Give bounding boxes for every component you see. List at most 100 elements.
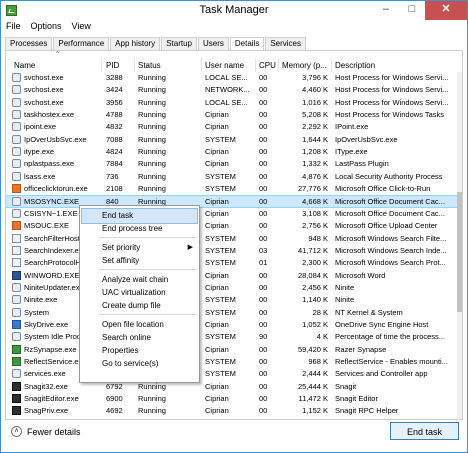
cell-memory: 2,300 K [302, 258, 328, 268]
menu-item-set-affinity[interactable]: Set affinity [82, 254, 197, 268]
minimize-button[interactable]: – [373, 1, 399, 20]
cell-memory: 4 K [316, 332, 328, 342]
table-row[interactable]: SnagPriv.exe 4692 Running Ciprian 00 1,152 K S… [6, 405, 462, 416]
cell-memory: 2,456 K [302, 282, 328, 292]
process-icon [12, 97, 21, 107]
table-row[interactable]: SearchIndexer.exe SYSTEM 03 41,712 K Microso… [6, 245, 462, 256]
table-row[interactable]: System Idle Proc... SYSTEM 90 4 K Percentage… [6, 331, 462, 342]
table-row[interactable]: lsass.exe 736 Running SYSTEM 00 4,876 K Local … [6, 171, 462, 182]
column-pid[interactable]: PID [106, 61, 119, 70]
table-row[interactable]: RzSynapse.exe Ciprian 00 59,420 K Razer Syna… [6, 344, 462, 355]
close-button[interactable]: ✕ [425, 1, 467, 20]
cell-description: Microsoft Windows Search Inde... [335, 245, 447, 255]
cell-status: Running [138, 110, 166, 120]
cell-user: SYSTEM [205, 184, 236, 194]
menu-item-properties[interactable]: Properties [82, 344, 197, 358]
column-status[interactable]: Status [138, 61, 161, 70]
submenu-arrow-icon: ▶ [187, 244, 193, 251]
tab-app-history[interactable]: App history [110, 37, 161, 50]
menu-separator [98, 237, 196, 238]
table-row[interactable]: services.exe SYSTEM 00 2,444 K Services and … [6, 368, 462, 379]
cell-user: SYSTEM [205, 307, 236, 317]
table-row[interactable]: ipoint.exe 4832 Running Ciprian 00 2,292 K IPo… [6, 121, 462, 132]
scrollbar-thumb[interactable] [457, 192, 462, 312]
end-task-button[interactable]: End task [390, 422, 459, 440]
table-row[interactable]: SkyDrive.exe Ciprian 00 1,052 K OneDrive Syn… [6, 319, 462, 330]
column-description[interactable]: Description [335, 61, 375, 70]
table-row[interactable]: IpOverUsbSvc.exe 7088 Running SYSTEM 00 1,644… [6, 134, 462, 145]
menu-view[interactable]: View [67, 20, 96, 32]
column-memory[interactable]: Memory (p... [282, 61, 327, 70]
tab-details[interactable]: Details [229, 37, 265, 51]
table-row[interactable]: officeclicktorun.exe 2108 Running SYSTEM 00 2… [6, 183, 462, 194]
menu-item-go-to-service-s[interactable]: Go to service(s) [82, 357, 197, 371]
table-row[interactable]: svchost.exe 3424 Running NETWORK... 00 4,460 … [6, 84, 462, 95]
cell-memory: 1,332 K [302, 159, 328, 169]
table-row[interactable]: itype.exe 4824 Running Ciprian 00 1,208 K ITyp… [6, 146, 462, 157]
menu-file[interactable]: File [1, 20, 26, 32]
tab-processes[interactable]: Processes [5, 37, 53, 50]
menu-item-set-priority[interactable]: Set priority ▶ [82, 241, 197, 255]
cell-user: Ciprian [205, 208, 229, 218]
table-row[interactable]: CSISYN~1.EXE Ciprian 00 3,108 K Microsoft Of… [6, 208, 462, 219]
table-row[interactable]: SnagitEditor.exe 6900 Running Ciprian 00 11,4… [6, 393, 462, 404]
menu-item-analyze-wait-chain[interactable]: Analyze wait chain [82, 273, 197, 287]
cell-description: Snagit [335, 381, 357, 391]
process-icon [12, 245, 21, 255]
menu-item-create-dump-file[interactable]: Create dump file [82, 299, 197, 313]
menu-item-end-task[interactable]: End task [81, 208, 198, 224]
cell-user: Ciprian [205, 196, 229, 206]
tab-users[interactable]: Users [197, 37, 229, 50]
table-row[interactable]: nplastpass.exe 7884 Running Ciprian 00 1,332 … [6, 158, 462, 169]
cell-cpu: 00 [259, 122, 268, 132]
cell-cpu: 00 [259, 295, 268, 305]
cell-description: Ninite [335, 282, 355, 292]
menu-item-label: Set affinity [102, 256, 140, 265]
menu-item-search-online[interactable]: Search online [82, 331, 197, 345]
column-name[interactable]: Name [14, 61, 35, 70]
table-row[interactable]: SearchFilterHost... SYSTEM 00 948 K Microsof… [6, 233, 462, 244]
cell-cpu: 00 [259, 394, 268, 404]
maximize-button[interactable]: □ [399, 1, 425, 20]
cell-cpu: 00 [259, 344, 268, 354]
cell-memory: 41,712 K [297, 245, 328, 255]
tab-performance[interactable]: Performance [53, 37, 110, 50]
menu-options[interactable]: Options [26, 20, 67, 32]
cell-name: IpOverUsbSvc.exe [24, 134, 87, 144]
process-icon [12, 122, 21, 132]
cell-memory: 3,796 K [302, 73, 328, 82]
vertical-scrollbar[interactable] [457, 72, 462, 419]
cell-description: Razer Synapse [335, 344, 387, 354]
menu-item-open-file-location[interactable]: Open file location [82, 318, 197, 332]
table-row[interactable]: taskhostex.exe 4788 Running Ciprian 00 5,208 … [6, 109, 462, 120]
menu-item-end-process-tree[interactable]: End process tree [82, 222, 197, 236]
table-row[interactable]: MSOSYNC.EXE 840 Running Ciprian 00 4,668 K Mic… [6, 194, 462, 208]
menu-item-label: Open file location [102, 320, 164, 329]
table-row[interactable]: NiniteUpdater.exe Ciprian 00 2,456 K Ninite [6, 282, 462, 293]
cell-cpu: 00 [259, 369, 268, 379]
fewer-details-label[interactable]: Fewer details [27, 427, 81, 437]
table-row[interactable]: WINWORD.EXE Ciprian 00 28,084 K Microsoft Wo… [6, 270, 462, 281]
table-row[interactable]: SearchProtocolH... SYSTEM 01 2,300 K Microso… [6, 257, 462, 268]
cell-description: NT Kernel & System [335, 307, 403, 317]
cell-memory: 1,052 K [302, 320, 328, 329]
cell-name: officeclicktorun.exe [24, 184, 88, 194]
table-row[interactable]: svchost.exe 3956 Running LOCAL SE... 00 1,016… [6, 97, 462, 108]
column-user-name[interactable]: User name [205, 61, 244, 70]
table-row[interactable]: ReflectService.e... SYSTEM 00 968 K ReflectS… [6, 356, 462, 367]
cell-cpu: 00 [259, 196, 268, 206]
table-row[interactable]: svchost.exe 3288 Running LOCAL SE... 00 3,796… [6, 72, 462, 83]
table-row[interactable]: Snagit32.exe 6792 Running Ciprian 00 25,444 K… [6, 381, 462, 392]
cell-user: SYSTEM [205, 245, 236, 255]
process-icon [12, 110, 21, 120]
table-row[interactable]: MSOUC.EXE Ciprian 00 2,756 K Microsoft Offic… [6, 220, 462, 231]
menu-item-label: Set priority [102, 243, 141, 252]
cell-user: Ciprian [205, 320, 229, 329]
column-cpu[interactable]: CPU [259, 61, 276, 70]
tab-services[interactable]: Services [265, 37, 307, 50]
table-row[interactable]: System SYSTEM 00 28 K NT Kernel & System [6, 307, 462, 318]
chevron-up-icon[interactable]: ˄ [11, 426, 22, 437]
tab-startup[interactable]: Startup [161, 37, 197, 50]
menu-item-uac-virtualization[interactable]: UAC virtualization [82, 286, 197, 300]
table-row[interactable]: Ninite.exe SYSTEM 00 1,140 K Ninite [6, 294, 462, 305]
